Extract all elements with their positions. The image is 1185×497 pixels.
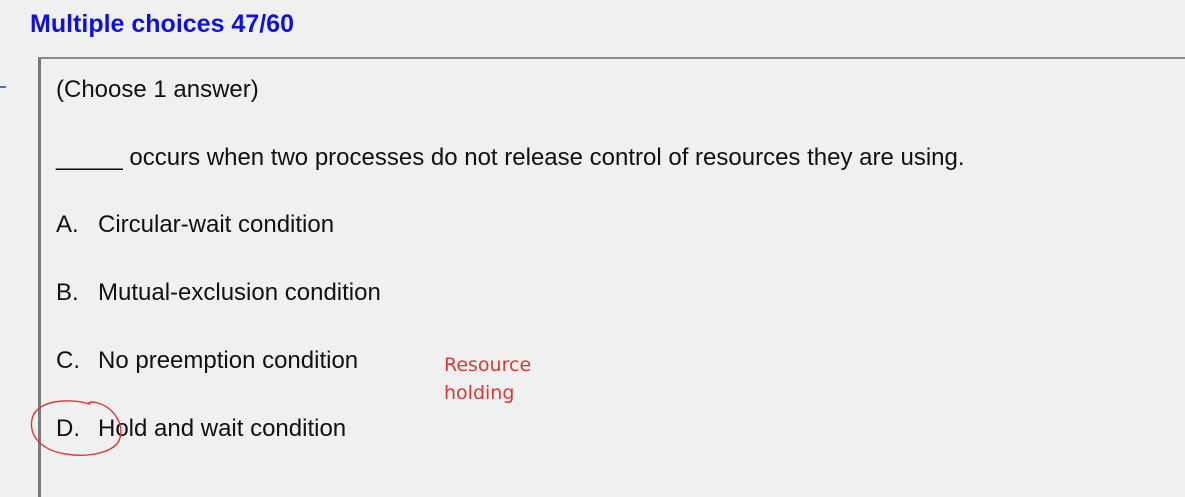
handwritten-annotation-note: Resource holding [444,351,531,407]
annotation-line-1: Resource [444,354,532,376]
option-label: Circular-wait condition [98,211,335,238]
option-letter: B. [56,279,79,306]
hand-drawn-circle-annotation [30,400,122,456]
question-counter-title: Multiple choices 47/60 [30,10,294,38]
option-letter: A. [56,211,79,238]
option-letter: C. [56,347,80,374]
option-a[interactable]: A. Circular-wait condition [56,211,334,239]
question-text: _____ occurs when two processes do not r… [56,144,965,171]
annotation-line-2: holding [444,382,515,404]
option-b[interactable]: B. Mutual-exclusion condition [56,279,381,307]
option-label: Hold and wait condition [98,415,347,442]
option-c[interactable]: C. No preemption condition [56,347,358,375]
option-label: Mutual-exclusion condition [98,279,381,306]
option-label: No preemption condition [98,347,359,374]
left-edge-marker [0,86,6,88]
question-instruction: (Choose 1 answer) [56,76,259,103]
